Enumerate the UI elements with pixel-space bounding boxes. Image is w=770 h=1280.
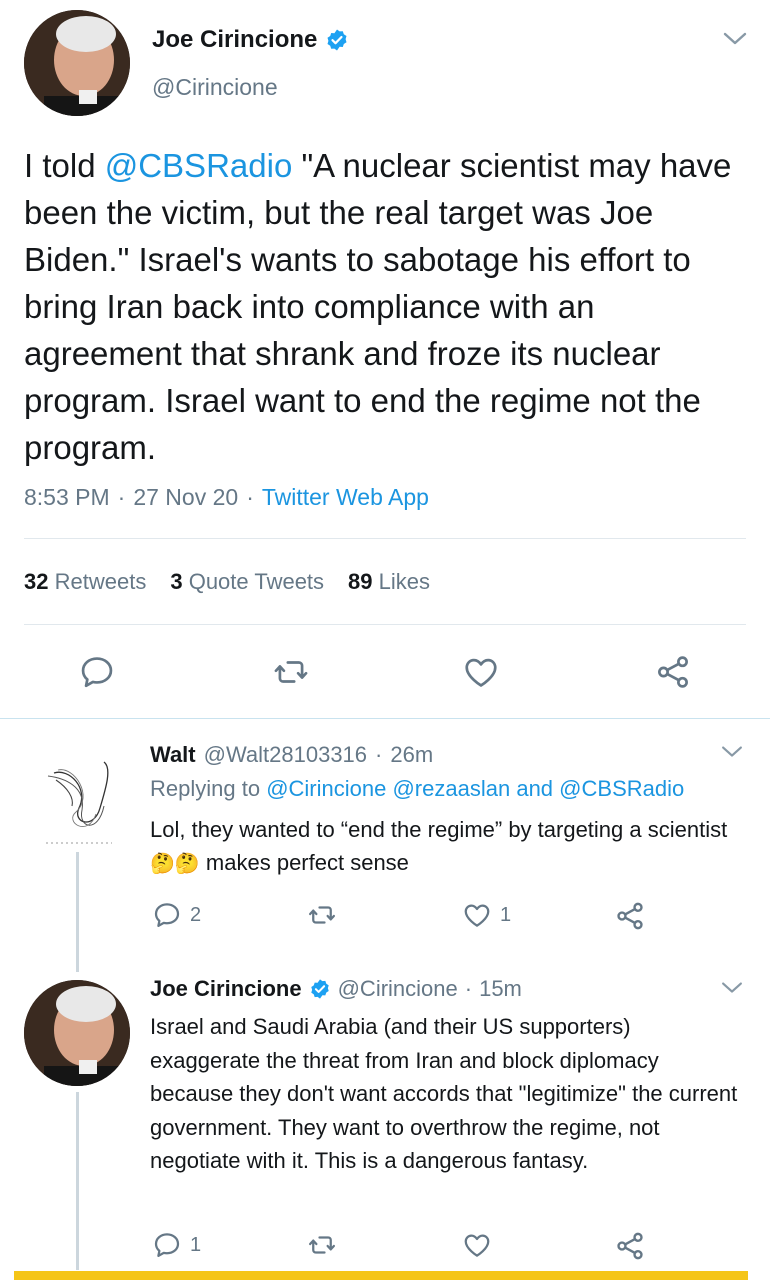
likes-label: Likes: [378, 569, 431, 594]
divider: [0, 718, 770, 719]
quotes-label: Quote Tweets: [188, 569, 325, 594]
replying-to-label: Replying to: [150, 776, 261, 801]
tweet-source[interactable]: Twitter Web App: [262, 484, 429, 511]
reply-author-handle[interactable]: @Walt28103316: [204, 742, 367, 768]
reply-author-avatar[interactable]: [24, 980, 130, 1086]
reply-text: Lol, they wanted to “end the regime” by …: [150, 813, 740, 881]
heart-icon[interactable]: [462, 1230, 492, 1260]
chevron-down-icon[interactable]: [720, 744, 744, 760]
reply-text-part: makes perfect sense: [199, 850, 409, 875]
reply-header: Walt @Walt28103316 · 26m: [150, 742, 433, 768]
reply-time[interactable]: 15m: [479, 976, 522, 1002]
reply-text-part: Lol, they wanted to “end the regime” by …: [150, 817, 728, 842]
reply-text: Israel and Saudi Arabia (and their US su…: [150, 1014, 738, 1174]
author-name[interactable]: Joe Cirincione: [152, 26, 317, 54]
reply-mention-last[interactable]: @CBSRadio: [559, 776, 684, 801]
separator-dot: ·: [117, 484, 126, 510]
reply-header: Joe Cirincione @Cirincione · 15m: [150, 976, 522, 1002]
verified-badge-icon: [310, 979, 329, 999]
quotes-stat[interactable]: 3 Quote Tweets: [170, 569, 324, 595]
chevron-down-icon[interactable]: [720, 980, 744, 996]
reply-icon[interactable]: [78, 653, 116, 691]
reply-action[interactable]: 2: [152, 900, 201, 930]
likes-count: 89: [348, 569, 373, 594]
share-icon[interactable]: [614, 900, 646, 932]
divider: [24, 624, 746, 625]
verified-badge-icon: [327, 29, 347, 51]
quotes-count: 3: [170, 569, 183, 594]
divider: [24, 538, 746, 539]
retweets-label: Retweets: [54, 569, 147, 594]
retweets-count: 32: [24, 569, 49, 594]
like-count: 1: [500, 903, 512, 926]
reply-count: 1: [190, 1233, 202, 1256]
separator-dot: ·: [375, 742, 383, 767]
tweet-date[interactable]: 27 Nov 20: [133, 484, 238, 511]
tweet-text-part: "A nuclear scientist may have been the v…: [24, 147, 732, 466]
tweet-text: I told @CBSRadio "A nuclear scientist ma…: [24, 142, 754, 471]
avatar-photo: [24, 980, 130, 1086]
bottom-highlight-bar: [14, 1271, 748, 1280]
tweet-text-part: I told: [24, 147, 105, 184]
heart-icon[interactable]: [462, 653, 500, 691]
author-avatar[interactable]: [24, 10, 130, 116]
chevron-down-icon[interactable]: [722, 30, 748, 48]
tweet-time[interactable]: 8:53 PM: [24, 484, 110, 511]
likes-stat[interactable]: 89 Likes: [348, 569, 430, 595]
share-icon[interactable]: [614, 1230, 646, 1262]
reply-action[interactable]: 1: [152, 1230, 201, 1260]
walt-avatar[interactable]: [34, 748, 124, 848]
reply-author-handle[interactable]: @Cirincione: [338, 976, 458, 1002]
share-icon[interactable]: [654, 653, 692, 691]
retweet-icon[interactable]: [306, 900, 338, 930]
stats-row: 32 Retweets 3 Quote Tweets 89 Likes: [24, 569, 430, 595]
reply-author-name[interactable]: Joe Cirincione: [150, 976, 302, 1002]
timestamp-row: 8:53 PM · 27 Nov 20 · Twitter Web App: [24, 484, 429, 511]
like-action[interactable]: 1: [462, 900, 511, 930]
separator-dot: ·: [246, 484, 254, 510]
reply-time[interactable]: 26m: [390, 742, 433, 768]
thread-line: [76, 1092, 79, 1270]
reply-icon: [154, 903, 180, 927]
reply-count: 2: [190, 903, 202, 926]
reply-and[interactable]: and: [516, 776, 553, 801]
retweets-stat[interactable]: 32 Retweets: [24, 569, 146, 595]
retweet-icon[interactable]: [271, 653, 311, 691]
replying-to-line: Replying to @Cirincione @rezaaslan and @…: [150, 776, 684, 802]
author-handle[interactable]: @Cirincione: [152, 74, 278, 101]
thinking-emoji: 🤔🤔: [150, 853, 200, 875]
reply-author-name[interactable]: Walt: [150, 742, 196, 768]
separator-dot: ·: [464, 976, 473, 1001]
reply-icon: [154, 1233, 180, 1257]
heart-icon: [464, 904, 490, 927]
avatar-image: [34, 748, 124, 848]
reply-mentions[interactable]: @Cirincione @rezaaslan: [266, 776, 510, 801]
avatar-photo: [24, 10, 130, 116]
retweet-icon[interactable]: [306, 1230, 338, 1260]
thread-line: [76, 852, 79, 972]
mention-link[interactable]: @CBSRadio: [105, 147, 293, 184]
